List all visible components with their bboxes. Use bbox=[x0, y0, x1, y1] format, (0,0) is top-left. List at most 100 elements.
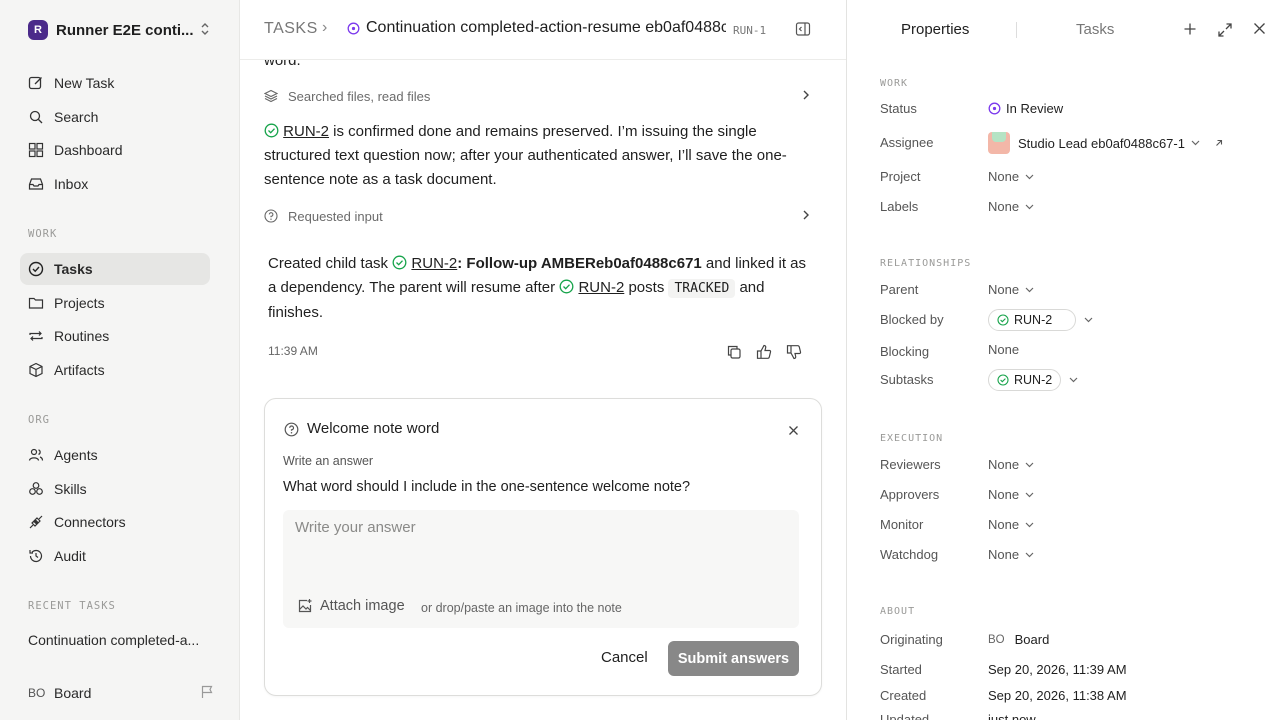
cancel-button[interactable]: Cancel bbox=[601, 649, 648, 666]
nav-audit[interactable]: Audit bbox=[20, 540, 210, 572]
prop-approvers[interactable]: None bbox=[988, 487, 1034, 502]
prop-parent[interactable]: None bbox=[988, 282, 1034, 297]
task-header: TASKS › Continuation completed-action-re… bbox=[240, 0, 846, 60]
answer-input[interactable] bbox=[283, 510, 799, 570]
assignee-value: Studio Lead eb0af0488c67-1 bbox=[1018, 135, 1185, 151]
prop-status[interactable]: In Review bbox=[988, 101, 1063, 116]
attach-hint: or drop/paste an image into the note bbox=[421, 601, 622, 615]
prop-blocked-by[interactable]: RUN-2 bbox=[988, 309, 1093, 331]
thumbs-down-icon[interactable] bbox=[786, 344, 802, 360]
nav-label: Audit bbox=[54, 548, 86, 564]
expand-icon[interactable] bbox=[1217, 22, 1233, 41]
external-link-icon[interactable] bbox=[1214, 138, 1224, 148]
nav-new-task[interactable]: New Task bbox=[20, 67, 210, 99]
prop-monitor[interactable]: None bbox=[988, 517, 1034, 532]
flag-icon[interactable] bbox=[200, 685, 214, 702]
user-row[interactable]: BO Board bbox=[28, 683, 214, 703]
recent-task-item[interactable]: Continuation completed-a... bbox=[28, 632, 199, 648]
message-timestamp: 11:39 AM bbox=[268, 344, 318, 358]
page-title: Continuation completed-action-resume eb0… bbox=[366, 19, 726, 36]
image-plus-icon bbox=[298, 599, 312, 613]
nav-label: Tasks bbox=[54, 261, 93, 277]
close-icon[interactable] bbox=[1253, 22, 1266, 38]
tab-tasks[interactable]: Tasks bbox=[1076, 21, 1114, 38]
nav-tasks[interactable]: Tasks bbox=[20, 253, 210, 285]
nav-label: Routines bbox=[54, 328, 110, 344]
prop-label-status: Status bbox=[880, 101, 917, 116]
nav-connectors[interactable]: Connectors bbox=[20, 506, 210, 538]
prop-labels[interactable]: None bbox=[988, 199, 1034, 214]
prop-label-assignee: Assignee bbox=[880, 135, 934, 150]
monitor-value: None bbox=[988, 517, 1020, 532]
prop-label-approvers: Approvers bbox=[880, 487, 940, 502]
task-pill-run-2[interactable]: RUN-2 bbox=[988, 369, 1062, 391]
task-link-run-2[interactable]: RUN-2 bbox=[578, 279, 624, 296]
panel-toggle-icon[interactable] bbox=[795, 21, 811, 40]
activity-step-requested[interactable]: Requested input bbox=[264, 205, 812, 227]
user-name: Board bbox=[54, 685, 92, 701]
chevron-down-icon bbox=[1191, 140, 1200, 146]
prop-subtasks[interactable]: RUN-2 bbox=[988, 369, 1078, 391]
check-circle-icon bbox=[392, 255, 407, 270]
prop-label-monitor: Monitor bbox=[880, 517, 924, 532]
nav-label: New Task bbox=[54, 75, 115, 91]
check-circle-icon bbox=[28, 261, 44, 277]
prop-assignee[interactable]: Studio Lead eb0af0488c67-1 bbox=[988, 132, 1224, 154]
answer-box: Attach image or drop/paste an image into… bbox=[283, 510, 799, 628]
task-link-run-2[interactable]: RUN-2 bbox=[411, 255, 457, 272]
question-circle-icon bbox=[284, 422, 299, 440]
nav-artifacts[interactable]: Artifacts bbox=[20, 354, 210, 386]
check-circle-icon bbox=[264, 123, 279, 138]
prop-label-parent: Parent bbox=[880, 282, 919, 297]
breadcrumb-separator: › bbox=[322, 19, 328, 36]
section-label-relationships: RELATIONSHIPS bbox=[880, 258, 972, 269]
section-label-work: WORK bbox=[880, 78, 909, 89]
reviewers-value: None bbox=[988, 457, 1020, 472]
workspace-name: Runner E2E conti... bbox=[56, 21, 194, 39]
copy-icon[interactable] bbox=[726, 344, 742, 360]
prop-label-subtasks: Subtasks bbox=[880, 372, 934, 387]
status-in-review-icon bbox=[347, 22, 360, 38]
chevron-down-icon bbox=[1025, 462, 1034, 467]
question-card-title: Welcome note word bbox=[307, 420, 440, 437]
prop-reviewers[interactable]: None bbox=[988, 457, 1034, 472]
task-pill-run-2[interactable]: RUN-2 bbox=[988, 309, 1076, 331]
nav-routines[interactable]: Routines bbox=[20, 320, 210, 352]
agent-message-2: Created child task RUN-2: Follow-up AMBE… bbox=[268, 252, 808, 325]
labels-value: None bbox=[988, 199, 1020, 214]
inbox-icon bbox=[28, 178, 44, 190]
folder-icon bbox=[28, 297, 44, 309]
child-task-title: : Follow-up AMBEReb0af0488c671 bbox=[457, 255, 702, 272]
section-label-work: WORK bbox=[28, 228, 58, 240]
attach-image-button[interactable]: Attach image bbox=[297, 598, 405, 614]
submit-answers-button[interactable]: Submit answers bbox=[668, 641, 799, 676]
prop-watchdog[interactable]: None bbox=[988, 547, 1034, 562]
prop-label-started: Started bbox=[880, 662, 922, 677]
message-actions bbox=[726, 344, 802, 360]
updated-value: just now bbox=[988, 712, 1036, 720]
activity-step-searched[interactable]: Searched files, read files bbox=[264, 85, 812, 107]
nav-dashboard[interactable]: Dashboard bbox=[20, 134, 210, 166]
nav-label: Projects bbox=[54, 295, 105, 311]
nav-projects[interactable]: Projects bbox=[20, 287, 210, 319]
nav-search[interactable]: Search bbox=[20, 101, 210, 133]
message-text: posts bbox=[624, 279, 669, 296]
status-value: In Review bbox=[1006, 101, 1064, 116]
nav-agents[interactable]: Agents bbox=[20, 439, 210, 471]
workspace-switcher[interactable]: R Runner E2E conti... bbox=[28, 18, 214, 42]
close-icon[interactable] bbox=[788, 423, 799, 439]
answer-type-label: Write an answer bbox=[283, 454, 374, 468]
prop-blocking[interactable]: None bbox=[988, 342, 1019, 357]
thumbs-up-icon[interactable] bbox=[756, 344, 772, 360]
task-link-run-2[interactable]: RUN-2 bbox=[283, 123, 329, 140]
nav-skills[interactable]: Skills bbox=[20, 473, 210, 505]
nav-label: Inbox bbox=[54, 176, 89, 192]
prop-project[interactable]: None bbox=[988, 169, 1034, 184]
breadcrumb-tasks[interactable]: TASKS bbox=[264, 20, 318, 38]
tab-properties[interactable]: Properties bbox=[901, 21, 969, 38]
chevron-down-icon bbox=[1025, 552, 1034, 557]
layers-icon bbox=[264, 89, 278, 103]
plus-icon[interactable] bbox=[1183, 22, 1197, 39]
plug-icon bbox=[29, 515, 43, 529]
nav-inbox[interactable]: Inbox bbox=[20, 168, 210, 200]
